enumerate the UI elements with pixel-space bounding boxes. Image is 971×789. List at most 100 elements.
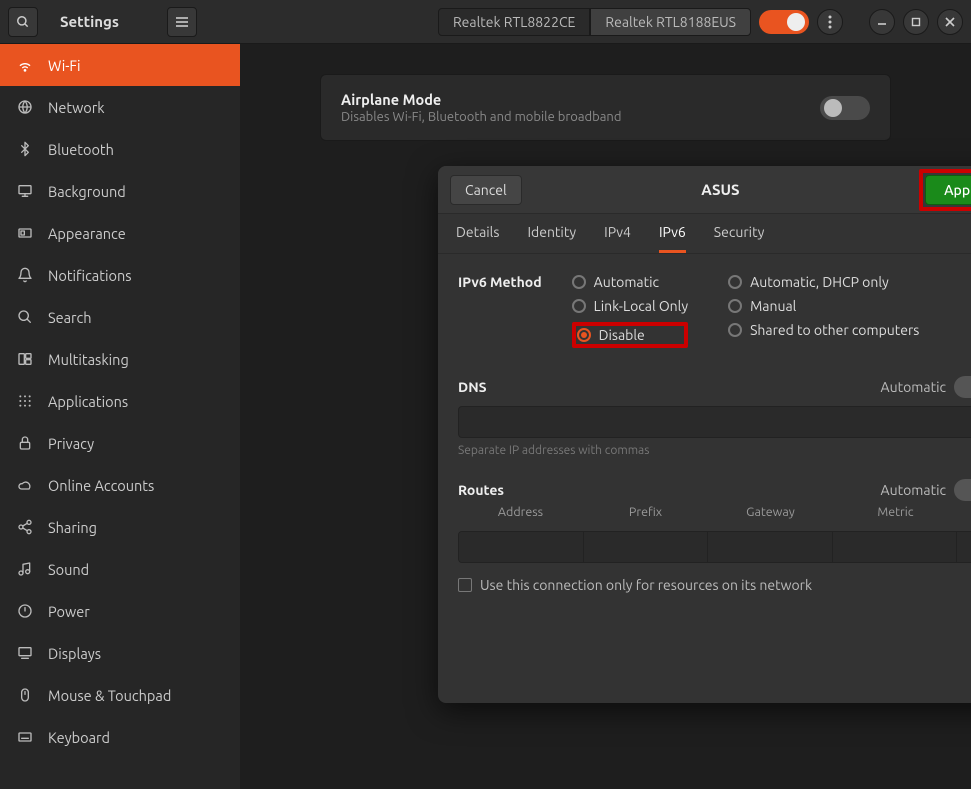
bluetooth-icon [16,140,34,158]
kebab-menu-button[interactable] [817,9,843,35]
radio-label: Manual [750,298,796,314]
radio-icon [572,299,586,313]
globe-icon [16,98,34,116]
sidebar-item-background[interactable]: Background [0,170,240,212]
sidebar-item-keyboard[interactable]: Keyboard [0,716,240,758]
sidebar-item-sharing[interactable]: Sharing [0,506,240,548]
sidebar-item-label: Notifications [48,267,132,284]
desktop-icon [16,182,34,200]
sidebar-item-displays[interactable]: Displays [0,632,240,674]
search-icon [16,308,34,326]
sidebar-item-label: Applications [48,393,128,410]
apps-icon [16,392,34,410]
route-gateway-input[interactable] [708,532,833,562]
tab-details[interactable]: Details [456,224,499,253]
ipv6-method-automatic[interactable]: Automatic [572,274,689,290]
sidebar-item-label: Sound [48,561,89,578]
sidebar-item-notifications[interactable]: Notifications [0,254,240,296]
ipv6-method-automatic-dhcp-only[interactable]: Automatic, DHCP only [728,274,919,290]
sidebar-item-label: Online Accounts [48,477,154,494]
sidebar-item-applications[interactable]: Applications [0,380,240,422]
sidebar-item-sound[interactable]: Sound [0,548,240,590]
kebab-icon [828,15,832,29]
radio-label: Disable [599,327,645,343]
airplane-subtitle: Disables Wi-Fi, Bluetooth and mobile bro… [341,110,621,124]
wifi-icon [16,56,34,74]
sidebar-item-appearance[interactable]: Appearance [0,212,240,254]
connection-dialog: Cancel ASUS Apply DetailsIdentityIPv4IPv… [438,166,971,703]
device-tab[interactable]: Realtek RTL8822CE [438,8,590,36]
close-button[interactable] [937,9,963,35]
sidebar-item-network[interactable]: Network [0,86,240,128]
search-button[interactable] [8,7,38,37]
route-metric-input[interactable] [833,532,958,562]
sidebar-item-label: Privacy [48,435,94,452]
tab-ipv6[interactable]: IPv6 [659,224,686,253]
sidebar-item-search[interactable]: Search [0,296,240,338]
dns-hint: Separate IP addresses with commas [458,444,971,457]
power-icon [16,602,34,620]
sidebar-item-online-accounts[interactable]: Online Accounts [0,464,240,506]
maximize-icon [911,17,921,27]
routes-label: Routes [458,482,504,498]
routes-automatic-toggle[interactable] [954,479,971,501]
radio-icon [728,275,742,289]
cancel-button[interactable]: Cancel [450,175,522,205]
ipv6-method-disable[interactable]: Disable [577,327,645,343]
sidebar-item-label: Power [48,603,90,620]
route-header: Gateway [708,505,833,523]
apply-button[interactable]: Apply [925,175,971,205]
tab-ipv4[interactable]: IPv4 [604,224,631,253]
radio-icon [572,275,586,289]
sidebar-item-power[interactable]: Power [0,590,240,632]
minimize-button[interactable] [869,9,895,35]
close-icon [945,17,955,27]
ipv6-method-shared-to-other-computers[interactable]: Shared to other computers [728,322,919,338]
sound-icon [16,560,34,578]
airplane-title: Airplane Mode [341,91,621,108]
tab-security[interactable]: Security [714,224,765,253]
sidebar-item-privacy[interactable]: Privacy [0,422,240,464]
apply-highlight: Apply [919,169,971,211]
sidebar-item-label: Network [48,99,105,116]
ipv6-method-manual[interactable]: Manual [728,298,919,314]
radio-label: Automatic, DHCP only [750,274,889,290]
search-icon [16,15,30,29]
maximize-button[interactable] [903,9,929,35]
device-tab[interactable]: Realtek RTL8188EUS [590,8,751,36]
wifi-adapter-toggle[interactable] [759,10,809,34]
route-prefix-input[interactable] [584,532,709,562]
tab-identity[interactable]: Identity [527,224,576,253]
menu-icon [175,16,189,28]
ipv6-method-label: IPv6 Method [458,274,542,290]
display-icon [16,644,34,662]
only-resources-checkbox[interactable]: Use this connection only for resources o… [458,577,971,593]
sidebar-item-label: Multitasking [48,351,129,368]
sidebar-item-label: Wi-Fi [48,57,81,74]
sidebar-item-mouse-touchpad[interactable]: Mouse & Touchpad [0,674,240,716]
dns-input[interactable] [458,406,971,438]
sidebar-item-wi-fi[interactable]: Wi-Fi [0,44,240,86]
sidebar-item-label: Background [48,183,126,200]
route-address-input[interactable] [459,532,584,562]
multitask-icon [16,350,34,368]
sidebar-item-multitasking[interactable]: Multitasking [0,338,240,380]
sidebar-item-label: Displays [48,645,101,662]
sidebar-item-label: Mouse & Touchpad [48,687,171,704]
route-header: Prefix [583,505,708,523]
ipv6-method-link-local-only[interactable]: Link-Local Only [572,298,689,314]
cloud-icon [16,476,34,494]
app-title: Settings [60,13,119,30]
sidebar-item-label: Appearance [48,225,126,242]
dns-automatic-toggle[interactable] [954,376,971,398]
airplane-mode-toggle[interactable] [820,96,870,120]
delete-route-button[interactable] [957,532,971,562]
checkbox-icon [458,578,472,592]
sidebar: Wi-Fi Network Bluetooth Background Appearanc… [0,44,240,789]
radio-label: Shared to other computers [750,322,919,338]
sidebar-item-label: Keyboard [48,729,110,746]
sidebar-item-bluetooth[interactable]: Bluetooth [0,128,240,170]
radio-label: Link-Local Only [594,298,689,314]
hamburger-button[interactable] [167,7,197,37]
radio-icon [728,299,742,313]
